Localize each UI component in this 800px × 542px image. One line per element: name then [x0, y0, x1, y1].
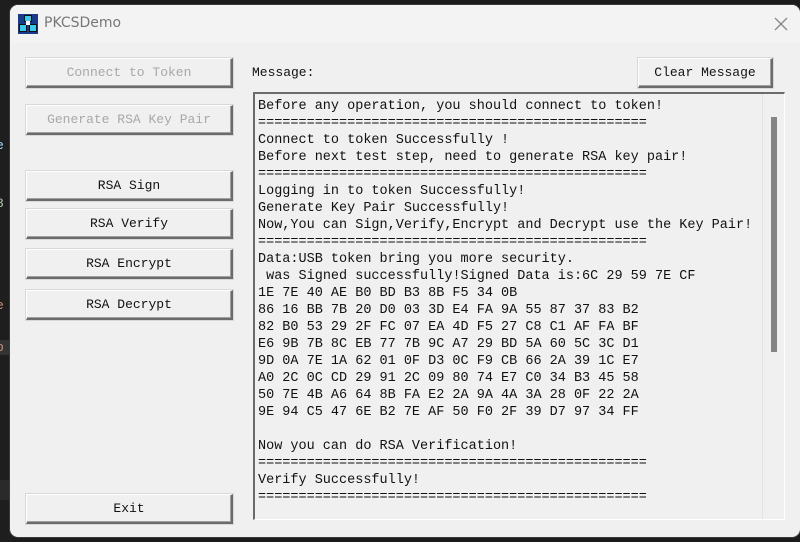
- pkcs-demo-window: PKCSDemo Connect to Token Generate RSA K…: [10, 5, 800, 537]
- message-label: Message:: [252, 65, 315, 80]
- rsa-verify-button[interactable]: RSA Verify: [25, 208, 234, 240]
- generate-rsa-key-pair-button[interactable]: Generate RSA Key Pair: [25, 104, 234, 136]
- rsa-decrypt-button[interactable]: RSA Decrypt: [25, 289, 234, 321]
- message-log-text: Before any operation, you should connect…: [258, 99, 753, 505]
- close-button[interactable]: [770, 13, 792, 35]
- rsa-encrypt-button[interactable]: RSA Encrypt: [25, 248, 234, 280]
- pkcs-app-icon: [18, 14, 38, 34]
- message-textarea[interactable]: Before any operation, you should connect…: [253, 92, 785, 520]
- bg-text: 8: [0, 196, 4, 211]
- bg-text: e: [0, 298, 4, 313]
- close-icon: [774, 17, 788, 31]
- exit-button[interactable]: Exit: [25, 493, 234, 525]
- clear-message-button[interactable]: Clear Message: [637, 57, 774, 89]
- title-bar: PKCSDemo: [10, 5, 800, 43]
- rsa-sign-button[interactable]: RSA Sign: [25, 170, 234, 202]
- message-scrollbar[interactable]: [762, 94, 784, 519]
- scrollbar-thumb[interactable]: [771, 117, 777, 352]
- bg-text: p: [0, 340, 10, 355]
- bg-text: e: [0, 138, 4, 153]
- window-title: PKCSDemo: [44, 15, 122, 31]
- connect-to-token-button[interactable]: Connect to Token: [25, 57, 234, 89]
